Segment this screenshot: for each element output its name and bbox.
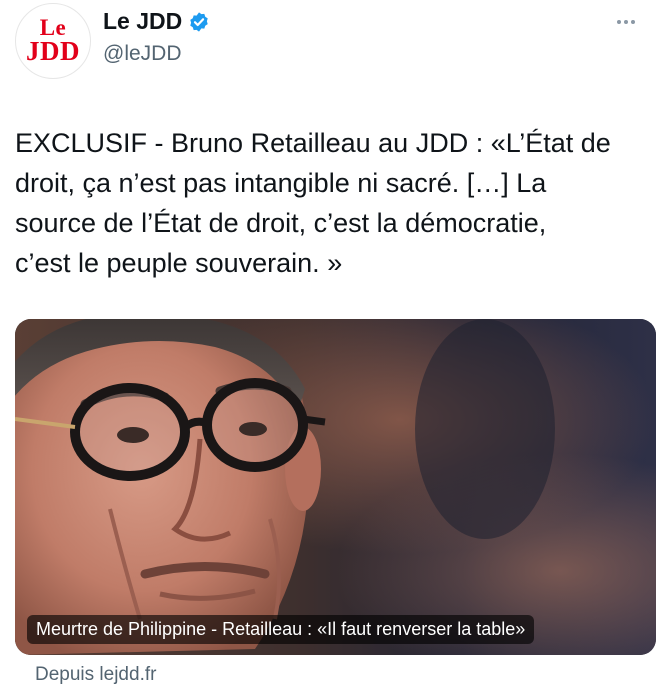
card-photo	[15, 319, 656, 655]
author-block: Le JDD @leJDD	[103, 8, 210, 66]
link-card[interactable]: Meurtre de Philippine - Retailleau : «Il…	[15, 319, 656, 655]
card-source-link[interactable]: Depuis lejdd.fr	[35, 664, 156, 686]
tweet-text-line: droit, ça n’est pas intangible ni sacré.…	[15, 168, 547, 198]
tweet-text-line: source de l’État de droit, c’est la démo…	[15, 208, 547, 238]
author-name[interactable]: Le JDD	[103, 8, 182, 35]
verified-badge-icon	[190, 11, 208, 32]
tweet-text-line: EXCLUSIF - Bruno Retailleau au JDD : «L’…	[15, 128, 611, 158]
more-horizontal-icon[interactable]	[617, 20, 635, 24]
author-handle[interactable]: @leJDD	[103, 42, 210, 66]
tweet-text-line: c’est le peuple souverain. »	[15, 248, 343, 278]
tweet-text: EXCLUSIF - Bruno Retailleau au JDD : «L’…	[15, 123, 645, 283]
avatar[interactable]: Le JDD	[15, 3, 91, 79]
card-caption: Meurtre de Philippine - Retailleau : «Il…	[27, 615, 535, 644]
avatar-logo-line2: JDD	[26, 36, 80, 67]
